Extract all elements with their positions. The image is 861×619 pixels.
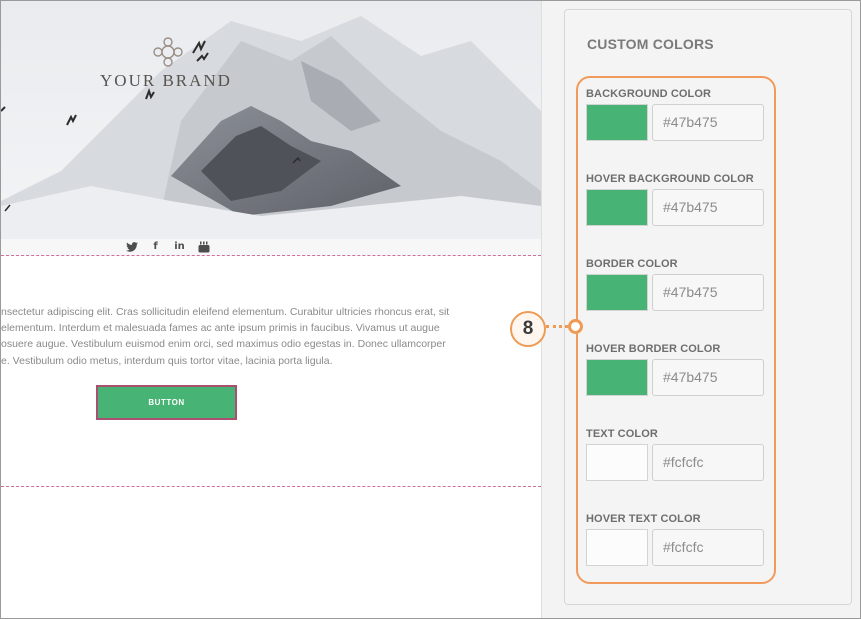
social-links: f in xyxy=(125,240,210,253)
hex-input[interactable]: #fcfcfc xyxy=(652,444,764,481)
callout-number-badge: 8 xyxy=(510,311,546,347)
twitter-icon[interactable] xyxy=(125,240,138,253)
mountain-illustration xyxy=(1,1,541,256)
hover-border-color-field: HOVER BORDER COLOR #47b475 xyxy=(586,343,764,396)
body-text-line: osuere augue. Vestibulum euismod enim or… xyxy=(1,338,446,351)
text-color-field: TEXT COLOR #fcfcfc xyxy=(586,428,764,481)
hex-input[interactable]: #47b475 xyxy=(652,104,764,141)
body-text-line: elementum. Interdum et malesuada fames a… xyxy=(1,322,440,335)
hover-background-color-field: HOVER BACKGROUND COLOR #47b475 xyxy=(586,173,764,226)
youtube-icon[interactable] xyxy=(197,240,210,253)
hex-input[interactable]: #47b475 xyxy=(652,359,764,396)
hex-input[interactable]: #fcfcfc xyxy=(652,529,764,566)
body-text-line: nsectetur adipiscing elit. Cras sollicit… xyxy=(1,306,450,318)
body-text-line: e. Vestibulum odio metus, interdum quis … xyxy=(1,354,333,367)
border-color-field: BORDER COLOR #47b475 xyxy=(586,258,764,311)
callout-anchor-dot xyxy=(568,319,583,334)
screenshot-frame: YOUR BRAND f in nsectetur adipiscing eli… xyxy=(0,0,861,619)
card-title: CUSTOM COLORS xyxy=(587,36,714,52)
background-color-field: BACKGROUND COLOR #47b475 xyxy=(586,88,764,141)
color-swatch[interactable] xyxy=(586,104,648,141)
field-label: TEXT COLOR xyxy=(586,428,658,440)
section-divider-bottom xyxy=(1,486,541,487)
hex-input[interactable]: #47b475 xyxy=(652,274,764,311)
color-swatch[interactable] xyxy=(586,274,648,311)
facebook-icon[interactable]: f xyxy=(149,240,162,253)
color-swatch[interactable] xyxy=(586,359,648,396)
color-swatch[interactable] xyxy=(586,529,648,566)
field-label: HOVER TEXT COLOR xyxy=(586,513,701,525)
hex-input[interactable]: #47b475 xyxy=(652,189,764,226)
body-text: nsectetur adipiscing elit. Cras sollicit… xyxy=(1,304,541,369)
brand-logo-icon xyxy=(153,37,183,67)
field-label: BORDER COLOR xyxy=(586,258,678,270)
linkedin-icon[interactable]: in xyxy=(173,240,186,253)
section-divider-top xyxy=(1,255,541,256)
color-swatch[interactable] xyxy=(586,189,648,226)
email-cta-button[interactable]: BUTTON xyxy=(96,385,237,420)
highlight-outline xyxy=(576,76,776,584)
field-label: HOVER BACKGROUND COLOR xyxy=(586,173,754,185)
field-label: BACKGROUND COLOR xyxy=(586,88,712,100)
field-label: HOVER BORDER COLOR xyxy=(586,343,721,355)
email-preview: YOUR BRAND f in nsectetur adipiscing eli… xyxy=(1,1,541,618)
color-swatch[interactable] xyxy=(586,444,648,481)
brand-name: YOUR BRAND xyxy=(100,71,232,90)
callout-connector xyxy=(546,325,568,328)
hero-image: YOUR BRAND xyxy=(1,1,541,256)
hover-text-color-field: HOVER TEXT COLOR #fcfcfc xyxy=(586,513,764,566)
